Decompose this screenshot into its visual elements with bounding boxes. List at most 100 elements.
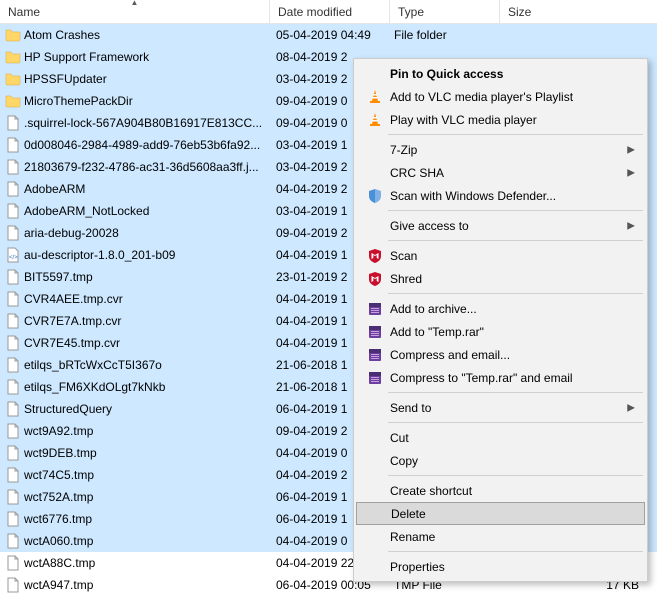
- file-name: etilqs_FM6XKdOLgt7kNkb: [22, 380, 270, 394]
- file-name: Atom Crashes: [22, 28, 270, 42]
- column-header-type[interactable]: Type: [390, 0, 500, 23]
- column-header-size[interactable]: Size: [500, 0, 657, 23]
- menu-item[interactable]: Add to "Temp.rar": [356, 320, 645, 343]
- folder-icon: [4, 71, 22, 87]
- file-name: CVR7E45.tmp.cvr: [22, 336, 270, 350]
- file-icon: [4, 247, 22, 263]
- file-name: 21803679-f232-4786-ac31-36d5608aa3ff.j..…: [22, 160, 270, 174]
- file-icon: [4, 445, 22, 461]
- file-icon: [4, 291, 22, 307]
- file-icon: [4, 335, 22, 351]
- file-row[interactable]: Atom Crashes05-04-2019 04:49File folder: [0, 24, 657, 46]
- file-date: 05-04-2019 04:49: [270, 28, 390, 42]
- file-type: File folder: [390, 28, 500, 42]
- file-icon: [4, 401, 22, 417]
- menu-item[interactable]: Scan with Windows Defender...: [356, 184, 645, 207]
- menu-item-label: Scan: [386, 249, 417, 263]
- menu-item[interactable]: Play with VLC media player: [356, 108, 645, 131]
- chevron-right-icon: ▶: [627, 402, 635, 413]
- file-name: HPSSFUpdater: [22, 72, 270, 86]
- vlc-icon: [364, 112, 386, 128]
- file-icon: [4, 181, 22, 197]
- menu-item-label: Play with VLC media player: [386, 113, 537, 127]
- menu-separator: [388, 134, 643, 135]
- menu-item-label: Send to: [386, 401, 431, 415]
- menu-item-label: Copy: [386, 454, 418, 468]
- menu-item[interactable]: CRC SHA ▶: [356, 161, 645, 184]
- menu-item[interactable]: Add to archive...: [356, 297, 645, 320]
- file-name: HP Support Framework: [22, 50, 270, 64]
- shield-icon: [364, 188, 386, 204]
- menu-item[interactable]: Create shortcut: [356, 479, 645, 502]
- menu-separator: [388, 293, 643, 294]
- menu-item[interactable]: Rename: [356, 525, 645, 548]
- menu-separator: [388, 240, 643, 241]
- column-header-date[interactable]: Date modified: [270, 0, 390, 23]
- file-name: StructuredQuery: [22, 402, 270, 416]
- file-icon: [4, 533, 22, 549]
- menu-item[interactable]: Copy: [356, 449, 645, 472]
- column-header-row: Name ▲ Date modified Type Size: [0, 0, 657, 24]
- file-name: wct9DEB.tmp: [22, 446, 270, 460]
- menu-item[interactable]: 7-Zip▶: [356, 138, 645, 161]
- column-label: Name: [8, 5, 40, 19]
- file-name: CVR4AEE.tmp.cvr: [22, 292, 270, 306]
- menu-item[interactable]: Properties: [356, 555, 645, 578]
- file-name: CVR7E7A.tmp.cvr: [22, 314, 270, 328]
- menu-item[interactable]: Send to ▶: [356, 396, 645, 419]
- file-icon: [4, 269, 22, 285]
- menu-item[interactable]: Shred: [356, 267, 645, 290]
- file-name: BIT5597.tmp: [22, 270, 270, 284]
- menu-item-label: Delete: [387, 507, 426, 521]
- menu-item-label: Shred: [386, 272, 422, 286]
- file-name: wct74C5.tmp: [22, 468, 270, 482]
- file-name: wctA060.tmp: [22, 534, 270, 548]
- file-icon: [4, 225, 22, 241]
- rar-icon: [364, 347, 386, 363]
- file-icon: [4, 511, 22, 527]
- file-name: wct752A.tmp: [22, 490, 270, 504]
- vlc-icon: [364, 89, 386, 105]
- menu-item-label: Pin to Quick access: [386, 67, 503, 81]
- file-icon: [4, 555, 22, 571]
- menu-item-label: Scan with Windows Defender...: [386, 189, 556, 203]
- file-name: 0d008046-2984-4989-add9-76eb53b6fa92...: [22, 138, 270, 152]
- menu-separator: [388, 422, 643, 423]
- file-icon: [4, 489, 22, 505]
- menu-item[interactable]: Compress and email...: [356, 343, 645, 366]
- column-label: Date modified: [278, 5, 352, 19]
- chevron-right-icon: ▶: [627, 167, 635, 178]
- folder-icon: [4, 93, 22, 109]
- column-header-name[interactable]: Name ▲: [0, 0, 270, 23]
- menu-item[interactable]: Add to VLC media player's Playlist: [356, 85, 645, 108]
- menu-item[interactable]: Compress to "Temp.rar" and email: [356, 366, 645, 389]
- file-icon: [4, 313, 22, 329]
- menu-item-label: Create shortcut: [386, 484, 472, 498]
- menu-item[interactable]: Pin to Quick access: [356, 62, 645, 85]
- column-label: Type: [398, 5, 424, 19]
- column-label: Size: [508, 5, 531, 19]
- file-icon: [4, 357, 22, 373]
- menu-item[interactable]: Delete: [356, 502, 645, 525]
- file-name: au-descriptor-1.8.0_201-b09: [22, 248, 270, 262]
- menu-item-label: CRC SHA: [386, 166, 444, 180]
- menu-item-label: Properties: [386, 560, 445, 574]
- folder-icon: [4, 27, 22, 43]
- file-name: .squirrel-lock-567A904B80B16917E813CC...: [22, 116, 270, 130]
- rar-icon: [364, 301, 386, 317]
- menu-item-label: Add to archive...: [386, 302, 477, 316]
- menu-item[interactable]: Cut: [356, 426, 645, 449]
- menu-item[interactable]: Scan: [356, 244, 645, 267]
- file-name: wctA947.tmp: [22, 578, 270, 592]
- menu-separator: [388, 475, 643, 476]
- menu-item-label: Compress and email...: [386, 348, 510, 362]
- menu-item-label: Give access to: [386, 219, 469, 233]
- menu-separator: [388, 392, 643, 393]
- menu-item-label: Add to "Temp.rar": [386, 325, 484, 339]
- menu-item-label: 7-Zip: [386, 143, 417, 157]
- file-icon: [4, 577, 22, 593]
- menu-item-label: Cut: [386, 431, 409, 445]
- menu-item[interactable]: Give access to▶: [356, 214, 645, 237]
- sort-asc-icon: ▲: [131, 0, 139, 7]
- file-icon: [4, 137, 22, 153]
